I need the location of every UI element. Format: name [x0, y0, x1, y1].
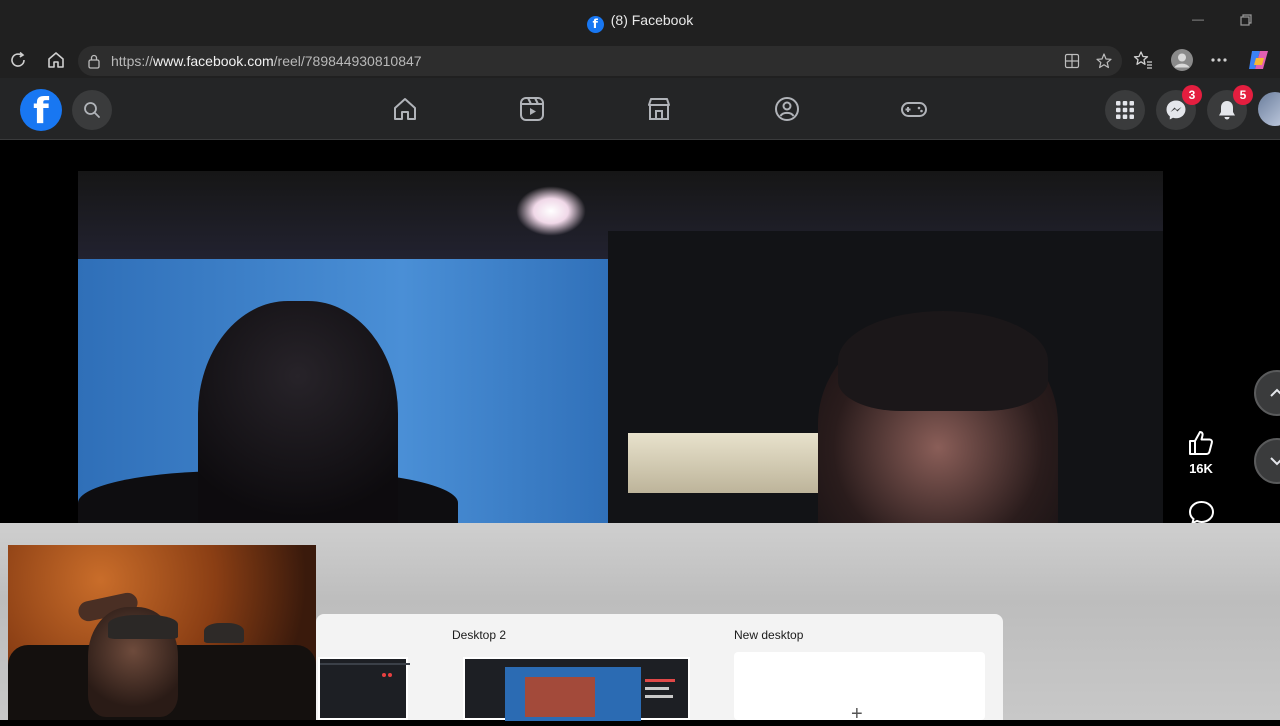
webcam-background-hat [204, 623, 244, 643]
video-person-right-hair [838, 311, 1048, 411]
address-bar[interactable]: https://www.facebook.com/reel/7898449308… [78, 46, 1122, 76]
desktop-2-label: Desktop 2 [452, 628, 507, 642]
video-person-left [198, 301, 398, 525]
facebook-nav-bar: f 3 5 [0, 78, 1280, 140]
minimize-icon[interactable]: — [1192, 12, 1204, 26]
new-desktop-label: New desktop [734, 628, 804, 642]
like-count: 16K [1189, 461, 1213, 476]
url-path: /reel/789844930810847 [273, 53, 422, 69]
home-icon[interactable] [45, 49, 67, 71]
more-options-icon[interactable] [1210, 52, 1228, 68]
browser-title-bar: f (8) Facebook — [0, 0, 1280, 42]
profile-icon[interactable] [1170, 48, 1194, 72]
nav-marketplace-icon[interactable] [645, 95, 673, 123]
messenger-badge: 3 [1182, 85, 1202, 105]
reel-video[interactable] [78, 171, 1163, 525]
desktop-1-thumbnail[interactable] [318, 657, 410, 720]
bell-icon [1219, 101, 1235, 120]
url-scheme: https:// [111, 53, 154, 69]
grid-menu-icon [1116, 101, 1134, 119]
lock-icon[interactable] [87, 53, 101, 69]
messenger-icon [1166, 100, 1186, 120]
nav-groups-icon[interactable] [773, 95, 801, 123]
chevron-up-icon [1270, 388, 1280, 397]
notifications-button[interactable]: 5 [1207, 85, 1253, 130]
url-text[interactable]: https://www.facebook.com/reel/7898449308… [111, 53, 422, 69]
webcam-person-cap [108, 615, 178, 639]
nav-gaming-icon[interactable] [900, 95, 928, 123]
reel-viewer [0, 141, 1280, 525]
favorites-icon[interactable] [1133, 50, 1153, 70]
video-equipment [628, 433, 828, 493]
facebook-favicon-icon: f [586, 16, 604, 33]
refresh-icon[interactable] [7, 49, 29, 71]
app-available-icon[interactable] [1064, 53, 1080, 69]
webcam-overlay [8, 545, 316, 720]
video-light [516, 186, 586, 236]
menu-button[interactable] [1105, 90, 1145, 130]
notifications-badge: 5 [1233, 85, 1253, 105]
search-icon [84, 102, 100, 118]
nav-reels-icon[interactable] [518, 95, 546, 123]
facebook-search-button[interactable] [72, 90, 112, 130]
browser-toolbar: https://www.facebook.com/reel/7898449308… [0, 42, 1280, 78]
restore-icon[interactable] [1240, 14, 1252, 26]
like-icon[interactable] [1187, 429, 1215, 457]
nav-home-icon[interactable] [391, 95, 419, 123]
chevron-down-icon [1270, 457, 1280, 466]
copilot-icon[interactable] [1246, 48, 1272, 72]
plus-icon[interactable]: + [851, 703, 863, 726]
desktop-2-thumbnail[interactable] [463, 657, 690, 721]
url-host: www.facebook.com [153, 53, 274, 69]
tab-title: (8) Facebook [610, 12, 694, 28]
favorite-star-icon[interactable] [1095, 52, 1113, 70]
messenger-button[interactable]: 3 [1156, 85, 1202, 130]
comment-icon[interactable] [1188, 500, 1215, 524]
window-title: f (8) Facebook [0, 12, 1280, 33]
facebook-logo[interactable]: f [20, 89, 62, 132]
